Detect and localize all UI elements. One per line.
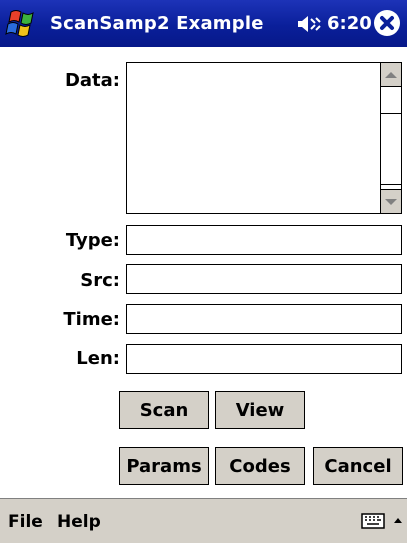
len-field[interactable] — [126, 344, 402, 374]
vertical-scrollbar[interactable] — [380, 63, 401, 213]
keyboard-icon[interactable] — [361, 512, 385, 530]
data-label: Data: — [64, 70, 120, 91]
len-label: Len: — [76, 348, 120, 369]
codes-button[interactable]: Codes — [215, 447, 305, 485]
src-field[interactable] — [126, 264, 402, 294]
clock[interactable]: 6:20 — [327, 13, 372, 34]
title-bar: ScanSamp2 Example 6:20 — [0, 0, 407, 47]
view-button[interactable]: View — [215, 391, 305, 429]
type-field[interactable] — [126, 225, 402, 255]
time-field[interactable] — [126, 304, 402, 334]
time-label: Time: — [63, 309, 120, 330]
scan-button[interactable]: Scan — [119, 391, 209, 429]
data-textarea[interactable] — [126, 62, 402, 214]
type-label: Type: — [65, 230, 120, 251]
speaker-icon[interactable] — [297, 15, 321, 33]
close-icon[interactable] — [374, 10, 400, 36]
up-arrow-icon[interactable] — [392, 512, 404, 530]
menu-file[interactable]: File — [8, 512, 43, 532]
menu-bar: File Help — [0, 498, 407, 543]
scroll-down-icon[interactable] — [381, 189, 401, 213]
src-label: Src: — [80, 270, 120, 291]
menu-help[interactable]: Help — [57, 512, 101, 532]
scroll-up-icon[interactable] — [381, 63, 401, 87]
cancel-button[interactable]: Cancel — [313, 447, 403, 485]
windows-flag-icon[interactable] — [5, 6, 41, 40]
params-button[interactable]: Params — [119, 447, 209, 485]
app-title: ScanSamp2 Example — [50, 13, 264, 34]
scroll-thumb[interactable] — [381, 113, 401, 185]
